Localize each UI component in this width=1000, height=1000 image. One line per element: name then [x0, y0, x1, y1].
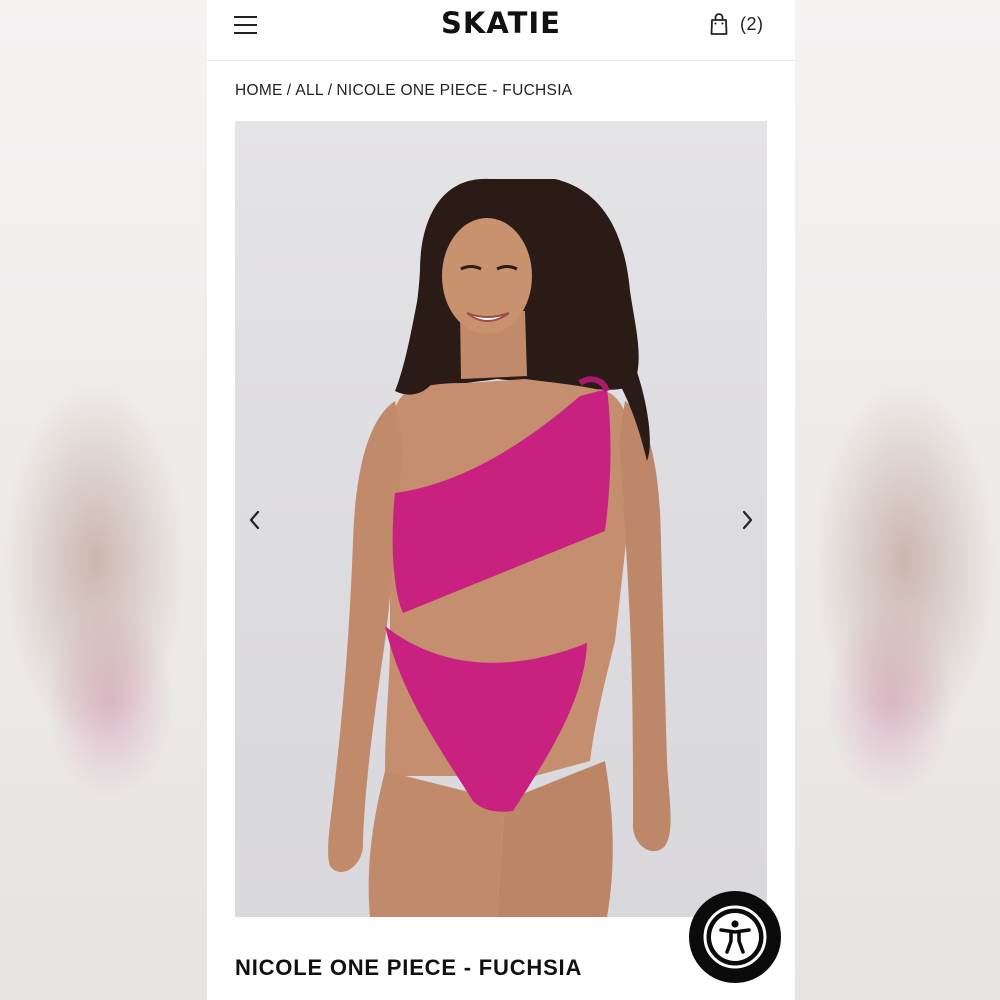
cart-button[interactable]: (2) — [709, 11, 764, 37]
site-header: SKATIE (2) — [207, 0, 795, 61]
shopping-bag-icon — [710, 13, 728, 35]
mobile-page: SKATIE (2) HOME / ALL / NICOLE ONE PIECE - F… — [207, 0, 795, 1000]
accessibility-person-icon — [703, 905, 767, 969]
breadcrumb-separator: / — [286, 82, 292, 99]
breadcrumb: HOME / ALL / NICOLE ONE PIECE - FUCHSIA — [235, 82, 572, 100]
cart-count: (2) — [740, 13, 764, 34]
site-logo[interactable]: SKATIE — [207, 6, 795, 40]
product-image-gallery[interactable] — [235, 121, 767, 917]
product-photo — [328, 178, 671, 917]
chevron-left-icon[interactable] — [243, 506, 267, 534]
breadcrumb-separator: / — [327, 82, 333, 99]
chevron-right-icon[interactable] — [735, 506, 759, 534]
breadcrumb-home[interactable]: HOME — [235, 82, 283, 99]
accessibility-button[interactable] — [689, 891, 781, 983]
breadcrumb-all[interactable]: ALL — [295, 82, 323, 99]
product-title: NICOLE ONE PIECE - FUCHSIA — [235, 955, 583, 980]
breadcrumb-current: NICOLE ONE PIECE - FUCHSIA — [336, 82, 573, 99]
